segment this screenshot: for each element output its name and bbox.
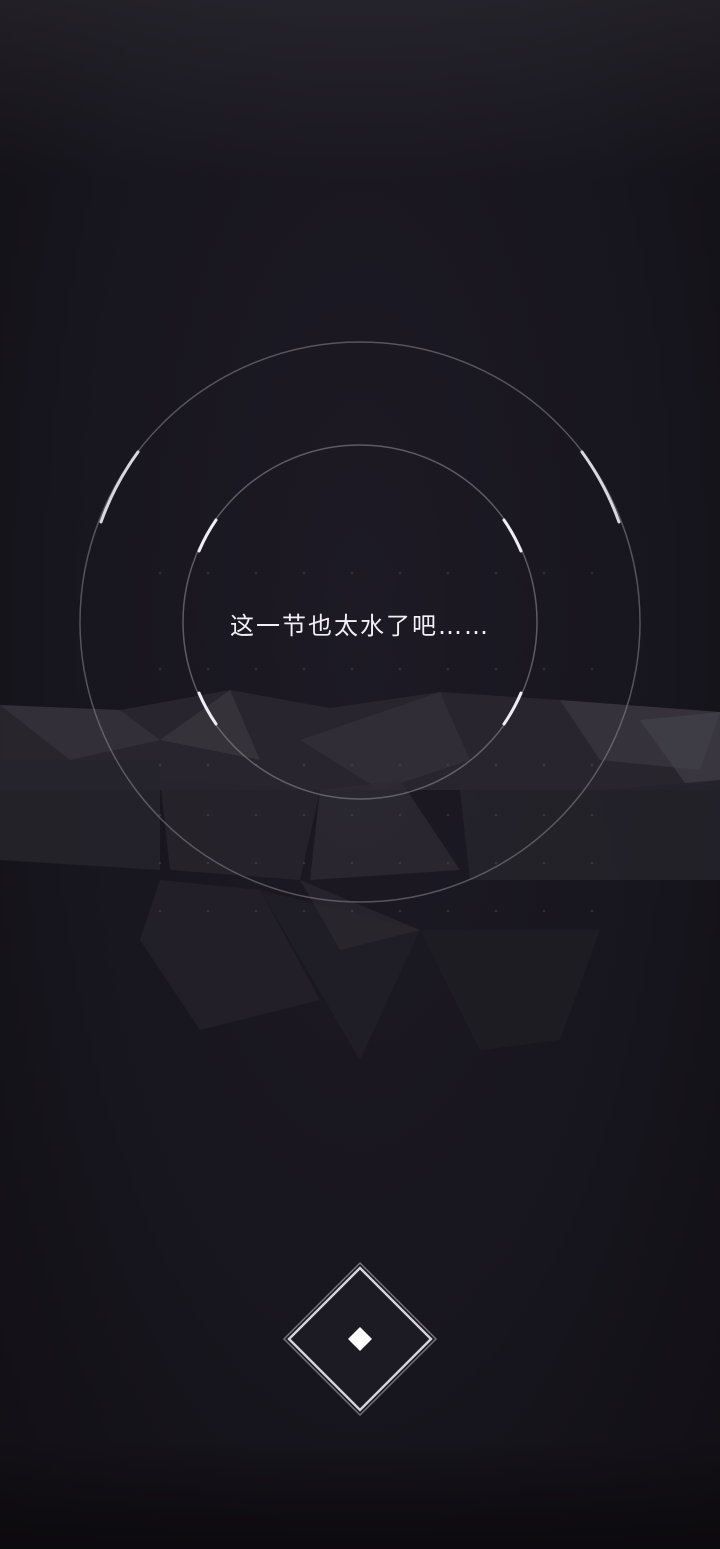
inner-ring-accent-upper-right (502, 518, 523, 553)
dialogue-text: 这一节也太水了吧…… (230, 612, 490, 640)
inner-ring-accent-upper-left (197, 518, 218, 553)
outer-ring-accent-left (99, 450, 140, 524)
diamond-icon (282, 1261, 438, 1417)
outer-ring-accent-right (580, 450, 621, 524)
continue-button[interactable] (281, 1260, 439, 1418)
game-stage[interactable]: 这一节也太水了吧…… (0, 0, 720, 1549)
